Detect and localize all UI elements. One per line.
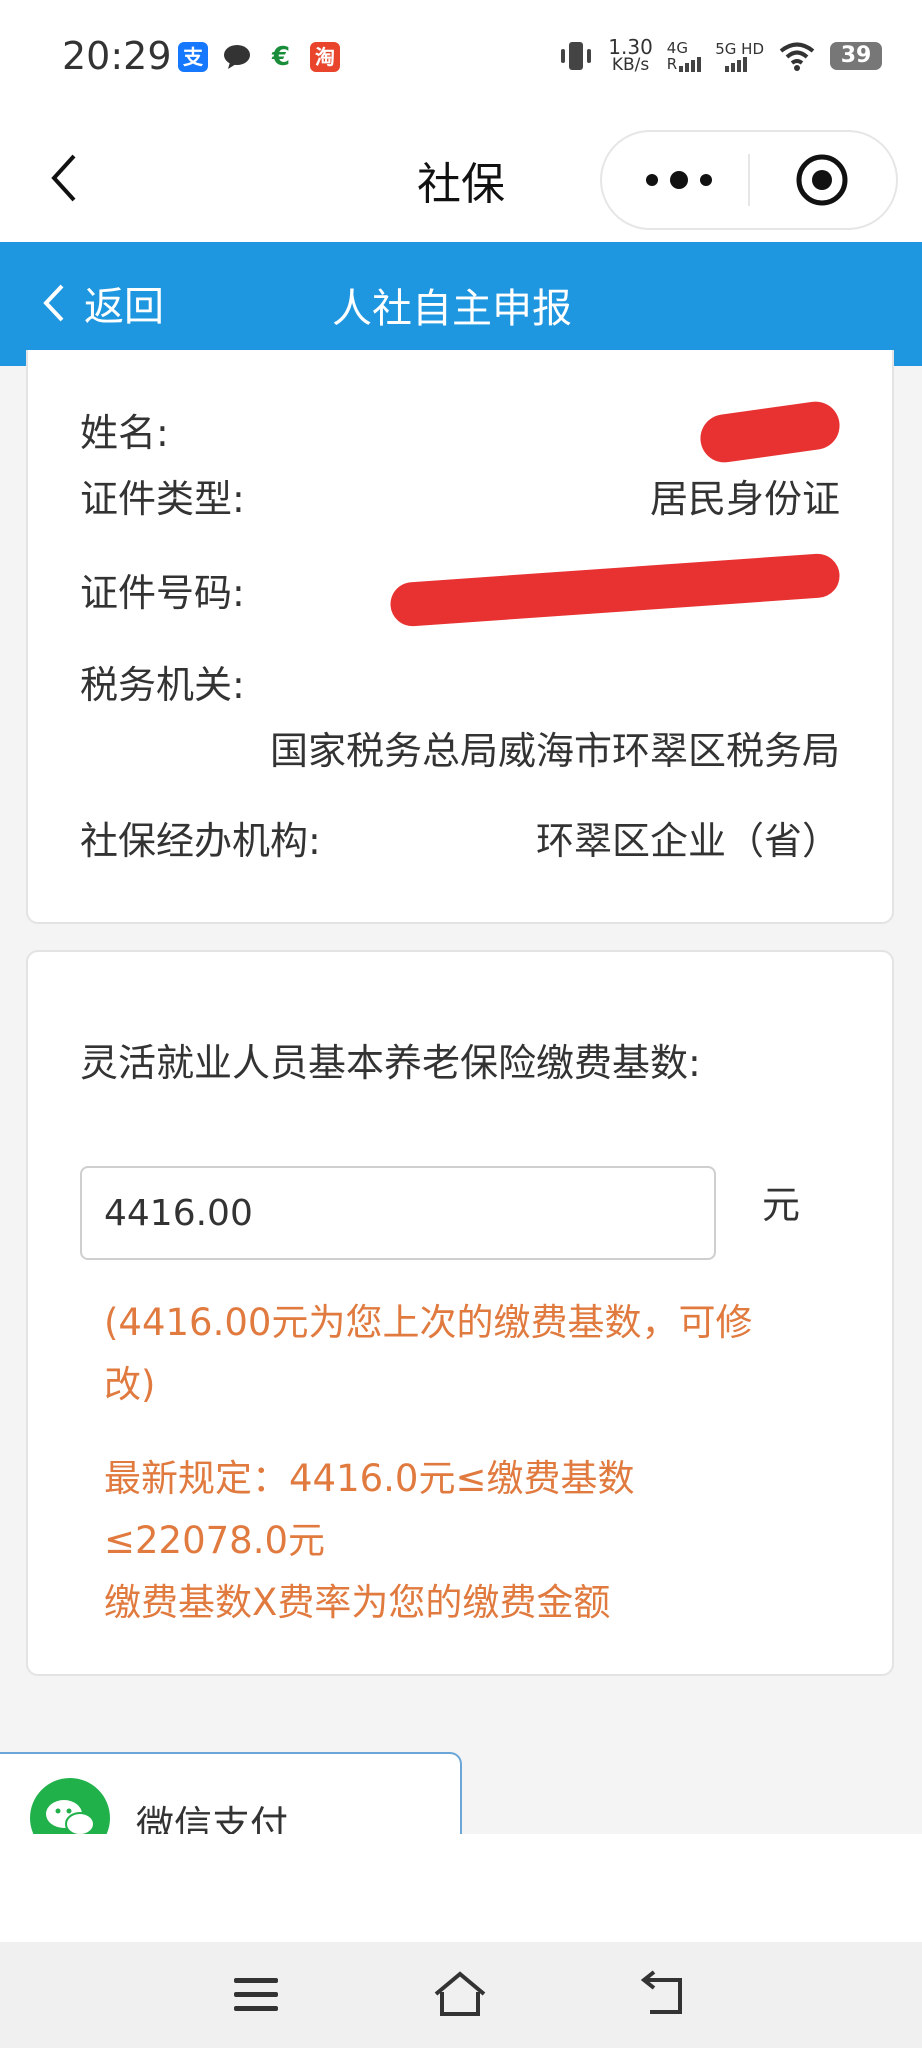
agency-label: 社保经办机构: (80, 819, 321, 863)
battery-indicator: 39 (830, 42, 882, 70)
tax-office-label-row: 税务机关: (80, 654, 840, 709)
close-target-icon[interactable] (794, 152, 850, 208)
name-label: 姓名: (80, 411, 169, 455)
app-nav-bar: 返回 人社自主申报 (0, 242, 922, 366)
status-time: 20:29 (62, 34, 172, 78)
chat-icon (222, 42, 252, 72)
id-number-redaction (389, 552, 841, 628)
tax-office-value: 国家税务总局威海市环翠区税务局 (269, 729, 840, 773)
wifi-icon (779, 42, 815, 71)
personal-info-card: 姓名: 证件类型: 居民身份证 证件号码: 税务机关: 国家税务总局威海市环翠区… (26, 350, 894, 924)
agency-value: 环翠区企业（省） (535, 819, 840, 863)
status-bar: 20:29 支 € 淘 1.30 KB/s 4G R 5G HD 39 (0, 0, 922, 118)
home-icon[interactable] (430, 1968, 490, 2022)
back-button[interactable]: 返回 (36, 270, 164, 336)
content-cutoff (0, 1834, 922, 1942)
more-options-icon[interactable] (634, 152, 724, 208)
net-speed: 1.30 KB/s (608, 35, 653, 75)
menu-icon[interactable] (226, 1968, 286, 2022)
rule-note: 最新规定：4416.0元≤缴费基数 ≤22078.0元 缴费基数X费率为您的缴费… (104, 1457, 635, 1624)
id-type-row: 证件类型: 居民身份证 (80, 468, 840, 523)
mini-program-header: 社保 (0, 118, 922, 242)
contribution-base-card: 灵活就业人员基本养老保险缴费基数: 元 (4416.00元为您上次的缴费基数，可… (26, 950, 894, 1676)
id-number-label: 证件号码: (80, 571, 245, 615)
name-redaction (697, 398, 843, 466)
id-number-row: 证件号码: (80, 552, 841, 628)
signal-5g: 5G HD (715, 41, 764, 72)
chevron-left-icon (43, 284, 64, 322)
alipay-icon: 支 (178, 42, 208, 72)
post-bank-icon: € (271, 42, 291, 72)
capsule-menu (600, 130, 898, 230)
id-type-value: 居民身份证 (649, 477, 840, 521)
previous-base-note: (4416.00元为您上次的缴费基数，可修 改) (104, 1301, 753, 1406)
id-type-label: 证件类型: (80, 477, 245, 521)
signal-4g: 4G R (667, 40, 702, 72)
name-row: 姓名: (80, 398, 843, 466)
tax-office-label: 税务机关: (80, 663, 245, 707)
system-nav-bar (0, 1942, 922, 2048)
back-label: 返回 (84, 284, 164, 330)
back-nav-icon[interactable] (636, 1968, 696, 2022)
contribution-base-input[interactable] (80, 1166, 716, 1260)
contribution-base-label: 灵活就业人员基本养老保险缴费基数: (80, 1041, 701, 1085)
taobao-icon: 淘 (310, 42, 340, 72)
capsule-divider (748, 154, 750, 206)
status-right-group: 1.30 KB/s 4G R 5G HD 39 (558, 36, 882, 76)
agency-row: 社保经办机构: 环翠区企业（省） (80, 810, 840, 865)
unit-label: 元 (762, 1183, 801, 1227)
nav-title: 人社自主申报 (332, 286, 572, 332)
vibrate-icon (561, 42, 592, 70)
